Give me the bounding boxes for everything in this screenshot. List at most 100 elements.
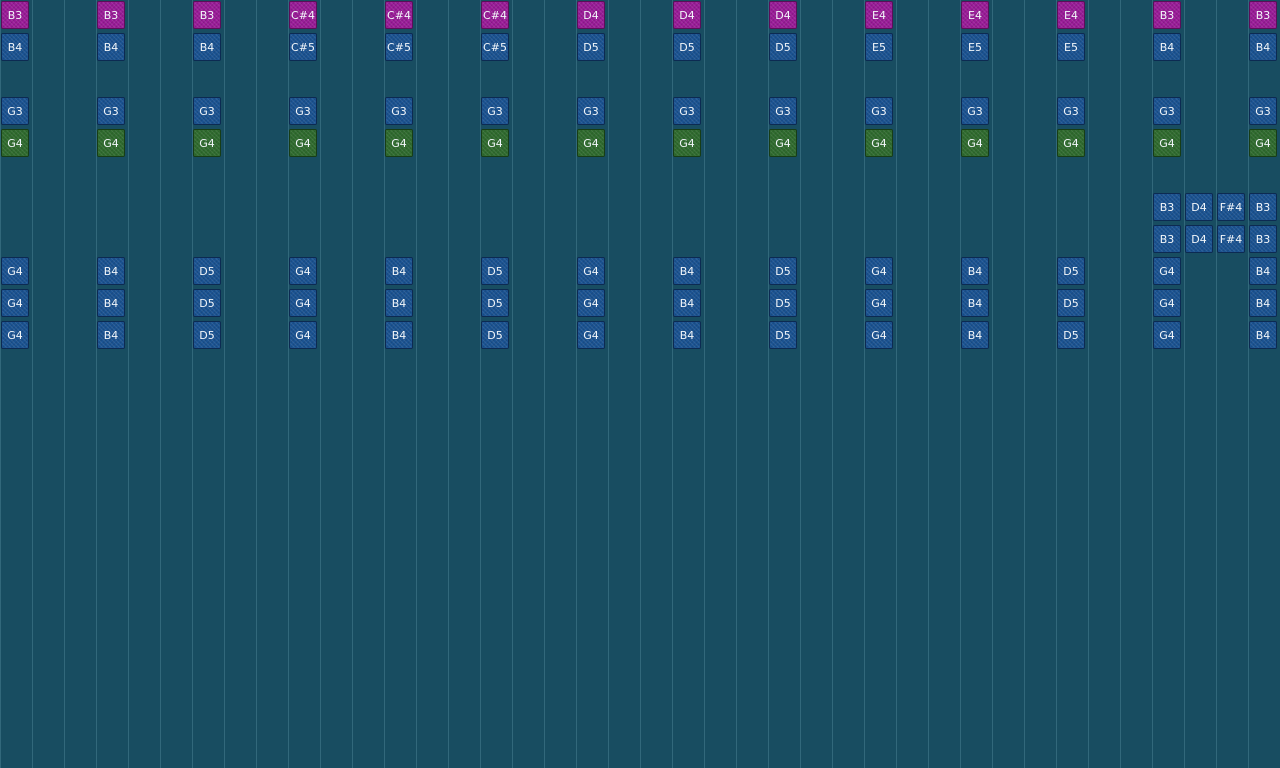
note-block[interactable]: D5 [1057, 321, 1085, 349]
note-block[interactable]: G3 [289, 97, 317, 125]
note-grid[interactable]: B3 B3 B3 C#4 C#4 C#4 D4 D4 D4 E4 E4 E4 B3 B3 B4 B4 B4 C#5… [0, 0, 1280, 768]
note-block[interactable]: E5 [1057, 33, 1085, 61]
note-block[interactable]: B4 [97, 289, 125, 317]
note-block[interactable]: B4 [961, 257, 989, 285]
note-block[interactable]: B4 [673, 321, 701, 349]
note-block[interactable]: D5 [769, 33, 797, 61]
note-block[interactable]: B4 [1249, 33, 1277, 61]
note-block[interactable]: D5 [193, 289, 221, 317]
note-block[interactable]: B4 [193, 33, 221, 61]
note-block[interactable]: C#4 [481, 1, 509, 29]
note-block[interactable]: D5 [673, 33, 701, 61]
note-block[interactable]: G4 [1153, 129, 1181, 157]
note-block[interactable]: B4 [961, 289, 989, 317]
note-block[interactable]: B4 [1249, 321, 1277, 349]
note-block[interactable]: G4 [1153, 257, 1181, 285]
note-block[interactable]: B4 [1153, 33, 1181, 61]
note-block[interactable]: F#4 [1217, 225, 1245, 253]
note-block[interactable]: G3 [961, 97, 989, 125]
note-block[interactable]: G4 [97, 129, 125, 157]
note-block[interactable]: E5 [961, 33, 989, 61]
note-block[interactable]: G4 [577, 129, 605, 157]
note-block[interactable]: G4 [289, 321, 317, 349]
note-block[interactable]: G4 [577, 289, 605, 317]
note-block[interactable]: G4 [1249, 129, 1277, 157]
note-block[interactable]: C#5 [481, 33, 509, 61]
note-block[interactable]: G4 [673, 129, 701, 157]
note-block[interactable]: G4 [1153, 289, 1181, 317]
note-block[interactable]: B3 [1, 1, 29, 29]
note-block[interactable]: E5 [865, 33, 893, 61]
note-block[interactable]: F#4 [1217, 193, 1245, 221]
note-block[interactable]: G3 [385, 97, 413, 125]
note-block[interactable]: B4 [1, 33, 29, 61]
note-block[interactable]: B4 [385, 257, 413, 285]
note-block[interactable]: B3 [1153, 193, 1181, 221]
note-block[interactable]: B4 [385, 289, 413, 317]
note-block[interactable]: G4 [1153, 321, 1181, 349]
note-block[interactable]: D4 [577, 1, 605, 29]
note-block[interactable]: B3 [193, 1, 221, 29]
note-block[interactable]: B4 [97, 33, 125, 61]
note-block[interactable]: D4 [1185, 225, 1213, 253]
note-block[interactable]: D5 [193, 321, 221, 349]
note-block[interactable]: G4 [577, 321, 605, 349]
note-block[interactable]: G4 [1057, 129, 1085, 157]
note-block[interactable]: B4 [1249, 289, 1277, 317]
note-block[interactable]: D4 [769, 1, 797, 29]
note-block[interactable]: G4 [481, 129, 509, 157]
note-block[interactable]: D5 [193, 257, 221, 285]
note-block[interactable]: D5 [1057, 289, 1085, 317]
note-block[interactable]: D5 [481, 257, 509, 285]
note-block[interactable]: G4 [1, 321, 29, 349]
note-block[interactable]: D5 [577, 33, 605, 61]
note-block[interactable]: C#5 [385, 33, 413, 61]
note-block[interactable]: C#5 [289, 33, 317, 61]
note-block[interactable]: G3 [865, 97, 893, 125]
note-block[interactable]: E4 [1057, 1, 1085, 29]
note-block[interactable]: E4 [961, 1, 989, 29]
note-block[interactable]: B4 [1249, 257, 1277, 285]
note-block[interactable]: G3 [481, 97, 509, 125]
note-block[interactable]: G4 [865, 289, 893, 317]
note-block[interactable]: D5 [1057, 257, 1085, 285]
note-block[interactable]: G3 [1249, 97, 1277, 125]
note-block[interactable]: G4 [289, 129, 317, 157]
note-block[interactable]: D4 [673, 1, 701, 29]
note-block[interactable]: E4 [865, 1, 893, 29]
note-block[interactable]: B4 [385, 321, 413, 349]
note-block[interactable]: G4 [769, 129, 797, 157]
note-block[interactable]: B3 [1153, 225, 1181, 253]
note-block[interactable]: B3 [1249, 1, 1277, 29]
note-block[interactable]: B4 [961, 321, 989, 349]
note-block[interactable]: D5 [481, 321, 509, 349]
note-block[interactable]: C#4 [385, 1, 413, 29]
note-block[interactable]: G4 [1, 257, 29, 285]
note-block[interactable]: B4 [673, 257, 701, 285]
note-block[interactable]: C#4 [289, 1, 317, 29]
note-block[interactable]: B4 [673, 289, 701, 317]
note-block[interactable]: G4 [289, 289, 317, 317]
note-block[interactable]: D5 [769, 289, 797, 317]
note-block[interactable]: D5 [769, 321, 797, 349]
note-block[interactable]: B3 [1153, 1, 1181, 29]
note-block[interactable]: B4 [97, 321, 125, 349]
note-block[interactable]: D5 [769, 257, 797, 285]
note-block[interactable]: G4 [385, 129, 413, 157]
note-block[interactable]: G3 [1, 97, 29, 125]
note-block[interactable]: G3 [1057, 97, 1085, 125]
note-block[interactable]: G4 [289, 257, 317, 285]
note-block[interactable]: G3 [673, 97, 701, 125]
note-block[interactable]: G3 [769, 97, 797, 125]
note-block[interactable]: G4 [865, 129, 893, 157]
note-block[interactable]: G3 [577, 97, 605, 125]
note-block[interactable]: B4 [97, 257, 125, 285]
note-block[interactable]: G4 [1, 129, 29, 157]
note-block[interactable]: G3 [97, 97, 125, 125]
note-block[interactable]: G3 [193, 97, 221, 125]
note-block[interactable]: B3 [1249, 225, 1277, 253]
note-block[interactable]: D5 [481, 289, 509, 317]
note-block[interactable]: B3 [1249, 193, 1277, 221]
note-block[interactable]: G4 [865, 321, 893, 349]
note-block[interactable]: G4 [577, 257, 605, 285]
